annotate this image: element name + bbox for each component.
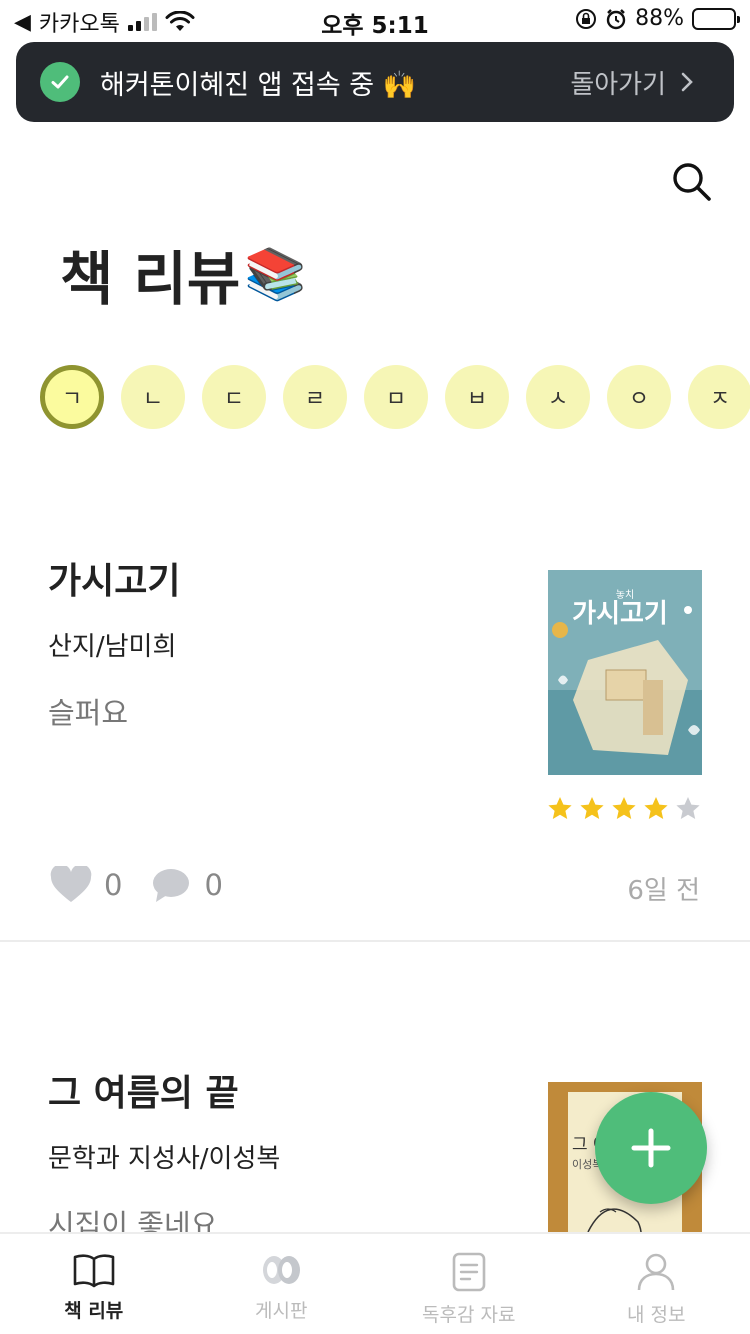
divider: [0, 940, 750, 942]
review-title: 가시고기: [48, 561, 181, 602]
filter-chip[interactable]: ㅁ: [364, 365, 428, 429]
book-cover[interactable]: 놓치 가시고기: [548, 570, 702, 775]
banner-back-button[interactable]: 돌아가기: [570, 64, 694, 101]
review-title: 그 여름의 끝: [48, 1073, 239, 1114]
status-bar: ◀ 카카오톡 오후 5:11 88%: [0, 0, 750, 40]
user-icon: [637, 1253, 675, 1291]
chevron-right-icon: [681, 72, 693, 92]
star-icon: [644, 797, 668, 819]
search-button[interactable]: [670, 160, 714, 204]
review-author: 문학과 지성사/이성복: [48, 1144, 281, 1174]
page-title: 책 리뷰 📚: [60, 232, 307, 316]
like-button[interactable]: 0: [50, 866, 122, 904]
filter-chip[interactable]: ㅈ: [688, 365, 750, 429]
filter-chip[interactable]: ㄴ: [121, 365, 185, 429]
nav-item-board[interactable]: 게시판: [188, 1234, 376, 1334]
banner-back-label: 돌아가기: [570, 69, 666, 100]
nav-label: 내 정보: [627, 1304, 686, 1326]
search-icon: [673, 163, 711, 201]
star-icon: [676, 797, 700, 819]
battery-icon: [692, 7, 740, 30]
status-right: 88%: [575, 6, 740, 31]
banner-message: 해커톤이혜진 앱 접속 중 🙌: [100, 69, 417, 101]
rating-stars: [546, 795, 702, 821]
rotation-lock-icon: [576, 8, 597, 29]
comment-count: 0: [204, 868, 223, 902]
star-icon: [548, 797, 572, 819]
document-icon: [452, 1252, 486, 1292]
star-icon: [580, 797, 604, 819]
review-meta: 0 0: [50, 866, 223, 904]
heart-icon: [50, 866, 92, 902]
nav-label: 게시판: [255, 1300, 308, 1322]
page-title-text: 책 리뷰: [60, 245, 241, 313]
battery-percent: 88%: [635, 6, 684, 31]
speech-bubble-icon: [153, 869, 190, 902]
nav-label: 독후감 자료: [422, 1304, 516, 1326]
add-review-button[interactable]: [595, 1092, 707, 1204]
review-card[interactable]: 가시고기 산지/남미희 슬퍼요 놓치 가시고기 0 0 6일 전: [0, 540, 750, 940]
like-count: 0: [104, 868, 123, 902]
filter-chip[interactable]: ㄹ: [283, 365, 347, 429]
cover-title: 가시고기: [572, 599, 668, 629]
filter-chip[interactable]: ㄷ: [202, 365, 266, 429]
nav-item-book-review[interactable]: 책 리뷰: [0, 1234, 188, 1334]
consonant-filter-bar: ㄱㄴㄷㄹㅁㅂㅅㅇㅈ: [40, 365, 750, 431]
filter-chip[interactable]: ㅂ: [445, 365, 509, 429]
nav-item-my-info[interactable]: 내 정보: [563, 1234, 750, 1334]
book-icon: [73, 1254, 115, 1288]
review-date: 6일 전: [627, 876, 700, 906]
filter-chip[interactable]: ㅅ: [526, 365, 590, 429]
review-author: 산지/남미희: [48, 632, 177, 662]
filter-chip[interactable]: ㄱ: [40, 365, 104, 429]
board-icon: [263, 1256, 301, 1284]
check-icon: [40, 62, 80, 102]
bottom-navigation: 책 리뷰 게시판 독후감 자료 내 정보: [0, 1232, 750, 1334]
nav-label: 책 리뷰: [64, 1300, 124, 1322]
alarm-icon: [606, 8, 626, 29]
books-emoji-icon: 📚: [244, 244, 307, 303]
nav-item-reading-materials[interactable]: 독후감 자료: [375, 1234, 563, 1334]
app-access-banner: 해커톤이혜진 앱 접속 중 🙌 돌아가기: [16, 42, 734, 122]
comment-button[interactable]: 0: [152, 867, 223, 903]
plus-icon: [631, 1128, 671, 1168]
filter-chip[interactable]: ㅇ: [607, 365, 671, 429]
star-icon: [612, 797, 636, 819]
review-comment: 슬퍼요: [48, 696, 129, 730]
